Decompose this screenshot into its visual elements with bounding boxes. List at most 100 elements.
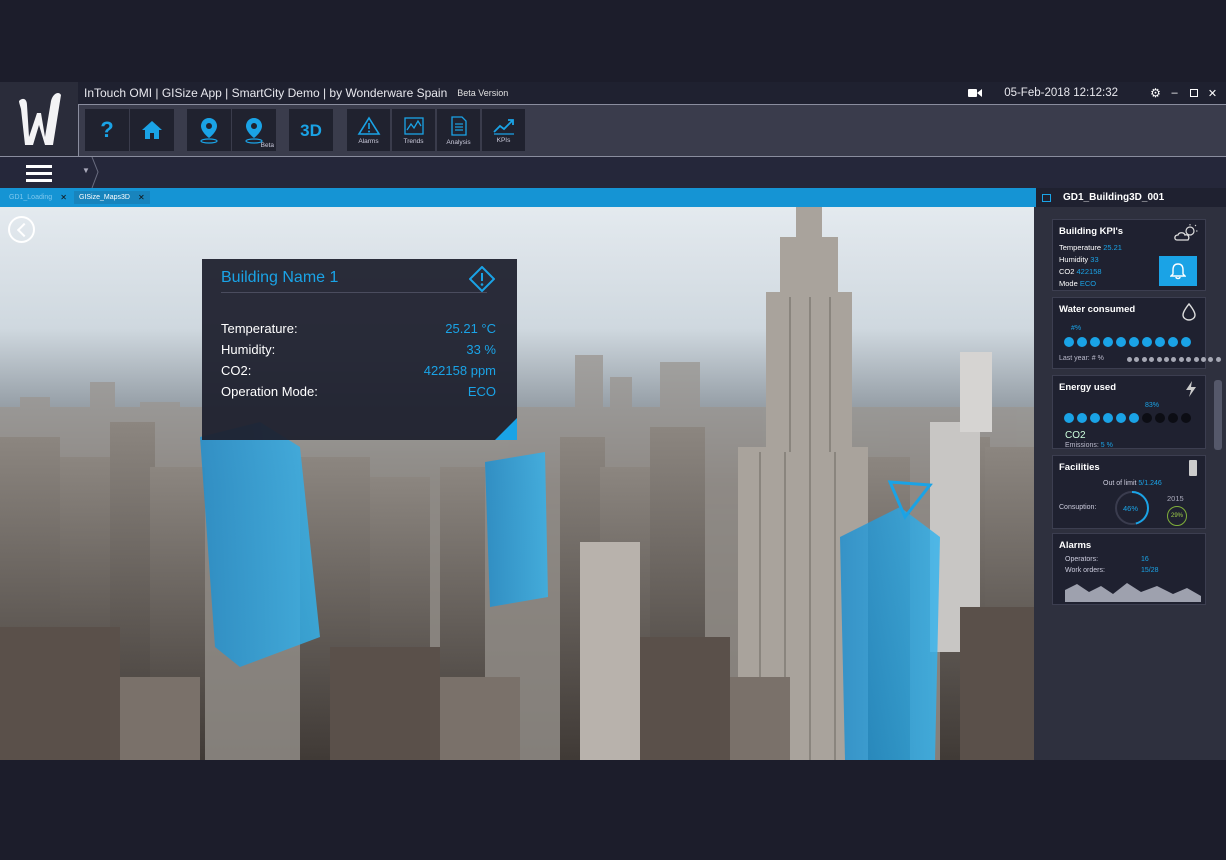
location-button[interactable]	[187, 109, 231, 151]
last-year-dot	[1127, 357, 1132, 362]
close-button[interactable]: ✕	[1203, 82, 1222, 104]
alarms-label: Alarms	[358, 137, 379, 145]
water-last-year-label: Last year:	[1059, 355, 1090, 362]
meter-dot	[1181, 337, 1191, 347]
popup-corner-accent	[495, 418, 517, 440]
hamburger-menu-icon[interactable]	[26, 165, 52, 182]
panel-title: GD1_Building3D_001	[1063, 192, 1165, 203]
kpi-mode-label: Mode	[1059, 279, 1078, 288]
meter-dot	[1077, 337, 1087, 347]
popup-divider	[221, 292, 487, 293]
meter-dot	[1103, 337, 1113, 347]
water-percent-label: #%	[1071, 325, 1082, 332]
location-beta-button[interactable]: Beta	[232, 109, 276, 151]
home-button[interactable]	[130, 109, 174, 151]
camera-icon[interactable]	[968, 88, 983, 98]
alarm-bell-button[interactable]	[1159, 256, 1197, 286]
meter-dot	[1142, 413, 1152, 423]
facilities-card[interactable]: Facilities Out of limit 5/1.246 Consupti…	[1052, 455, 1206, 529]
panel-title-bar: GD1_Building3D_001	[1036, 188, 1226, 207]
trends-button[interactable]: Trends	[392, 109, 435, 151]
lightning-bolt-icon	[1186, 381, 1196, 397]
tab-close-icon[interactable]: ✕	[138, 193, 145, 202]
info-label: Operation Mode:	[221, 384, 318, 399]
side-scrollbar-thumb[interactable]	[1214, 380, 1222, 450]
water-last-year-dots	[1127, 357, 1221, 362]
meter-dot	[1090, 337, 1100, 347]
energy-used-card[interactable]: Energy used 83% CO2 Emissions: 5 %	[1052, 375, 1206, 449]
warning-diamond-icon[interactable]	[469, 266, 495, 292]
three-d-button[interactable]: 3D	[289, 109, 333, 151]
out-of-limit-label: Out of limit	[1103, 480, 1137, 487]
tab-gd1-loading[interactable]: GD1_Loading ✕	[4, 191, 72, 204]
info-value: ECO	[467, 384, 496, 399]
building-kpi-card[interactable]: Building KPI's Temperature 25.21 Humidit…	[1052, 219, 1206, 291]
title-bar: InTouch OMI | GISize App | SmartCity Dem…	[78, 82, 1226, 104]
water-consumed-card[interactable]: Water consumed #% Last year: # %	[1052, 297, 1221, 369]
alarms-button[interactable]: Alarms	[347, 109, 390, 151]
card-title: Alarms	[1059, 540, 1092, 551]
consumption-label: Consuption:	[1059, 504, 1097, 511]
alarms-sparkline-area	[1065, 583, 1201, 602]
analysis-button[interactable]: Analysis	[437, 109, 480, 151]
work-orders-value: 15/28	[1141, 567, 1159, 574]
water-dot-meter	[1064, 337, 1191, 347]
info-label: Humidity:	[221, 342, 276, 357]
kpis-button[interactable]: KPIs	[482, 109, 525, 151]
alarm-warning-icon	[357, 115, 380, 135]
alarms-card[interactable]: Alarms Operators: 16 Work orders: 15/28	[1052, 533, 1206, 605]
settings-gear-icon[interactable]: ⚙	[1146, 82, 1165, 104]
info-row-operation-mode: Operation Mode: ECO	[221, 384, 496, 399]
meter-dot	[1116, 337, 1126, 347]
info-label: Temperature:	[221, 321, 298, 336]
year-gauge: 29%	[1167, 506, 1187, 526]
analysis-document-icon	[450, 115, 467, 136]
back-arrow-icon[interactable]	[8, 216, 35, 243]
tab-gisize-maps3d[interactable]: GISize_Maps3D ✕	[74, 191, 150, 204]
last-year-dot	[1141, 357, 1147, 362]
energy-emissions-label: Emissions:	[1065, 442, 1099, 449]
tab-bar: GD1_Loading ✕ GISize_Maps3D ✕ GD1_Buildi…	[0, 188, 1226, 207]
home-icon	[142, 121, 162, 139]
facilities-year-label: 2015	[1167, 494, 1184, 503]
meter-dot	[1116, 413, 1126, 423]
energy-emissions-value: 5	[1100, 442, 1105, 449]
app-title: InTouch OMI | GISize App | SmartCity Dem…	[84, 86, 448, 100]
maximize-button[interactable]	[1184, 82, 1203, 104]
meter-dot	[1103, 413, 1113, 423]
last-year-dot	[1156, 357, 1162, 362]
work-orders-label: Work orders:	[1065, 567, 1105, 574]
last-year-dot	[1171, 357, 1177, 362]
last-year-dot	[1163, 357, 1169, 362]
energy-percent-label: 83%	[1145, 402, 1160, 409]
meter-dot	[1129, 337, 1139, 347]
out-of-limit-value: 5/1.246	[1138, 480, 1162, 487]
facilities-building-icon	[1189, 460, 1197, 476]
water-last-year-value: #	[1091, 355, 1096, 362]
meter-dot	[1064, 413, 1074, 423]
logo-w-icon	[19, 93, 61, 145]
water-last-year-unit: %	[1097, 355, 1104, 362]
tab-close-icon[interactable]: ✕	[60, 193, 67, 202]
window-square-icon	[1042, 193, 1051, 202]
info-row-temperature: Temperature: 25.21 °C	[221, 321, 496, 336]
meter-dot	[1155, 337, 1165, 347]
consumption-value: 46%	[1123, 504, 1139, 513]
info-value: 422158 ppm	[423, 363, 496, 378]
last-year-dot	[1149, 357, 1155, 362]
weather-cloud-sun-icon	[1174, 224, 1198, 241]
operators-value: 16	[1141, 556, 1149, 563]
menu-dropdown-caret-icon[interactable]: ▼	[82, 166, 90, 175]
map-pin-beta-icon	[245, 118, 263, 144]
last-year-dot	[1186, 357, 1192, 362]
meter-dot	[1129, 413, 1139, 423]
help-button[interactable]: ?	[85, 109, 129, 151]
meter-dot	[1142, 337, 1152, 347]
last-year-dot	[1134, 357, 1140, 362]
meter-dot	[1077, 413, 1087, 423]
minimize-button[interactable]: –	[1165, 82, 1184, 104]
city-3d-view[interactable]: Building Name 1 Temperature: 25.21 °C Hu…	[0, 207, 1034, 760]
kpi-temperature-value: 25.21	[1103, 243, 1122, 252]
app-window: InTouch OMI | GISize App | SmartCity Dem…	[0, 82, 1226, 760]
kpi-humidity-value: 33	[1090, 255, 1099, 264]
